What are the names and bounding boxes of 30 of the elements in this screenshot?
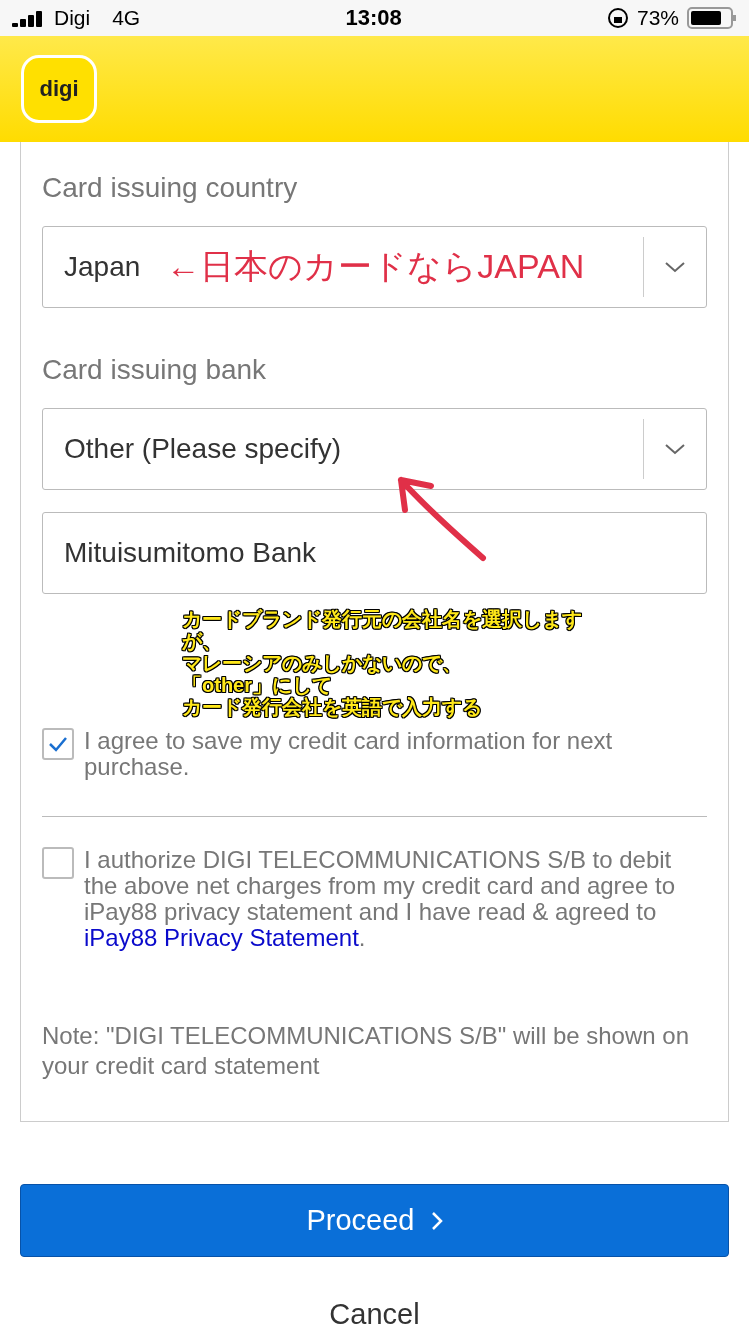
clock: 13:08 bbox=[345, 5, 402, 32]
checkbox[interactable] bbox=[42, 847, 74, 880]
annotation-line: マレーシアのみしかないので、 bbox=[182, 652, 462, 675]
annotation-line: カードブランド発行元の会社名を選択します bbox=[182, 608, 582, 631]
checkmark-icon bbox=[48, 736, 68, 753]
rotation-lock-icon bbox=[606, 7, 629, 30]
chevron-down-icon bbox=[664, 443, 686, 456]
checkbox[interactable] bbox=[42, 728, 74, 761]
logo-text: digi bbox=[39, 76, 79, 103]
handwritten-note: ←日本のカードならJAPAN bbox=[166, 246, 585, 288]
bank-select[interactable]: Other (Please specify) bbox=[42, 408, 707, 491]
carrier-name: Digi bbox=[54, 6, 91, 31]
annotation-line: 「other」にして bbox=[182, 674, 332, 697]
cancel-button[interactable]: Cancel bbox=[323, 1297, 426, 1332]
proceed-button[interactable]: Proceed bbox=[20, 1184, 729, 1257]
country-select[interactable]: Japan ←日本のカードならJAPAN bbox=[42, 226, 707, 309]
checkbox-label: I authorize DIGI TELECOMMUNICATIONS S/B to debit the above net charges from my credit card and agree to iPay88 privacy statement and I have read & agreed to iPay88 Privacy Statement. bbox=[84, 847, 676, 952]
privacy-link[interactable]: iPay88 Privacy Statement bbox=[84, 924, 359, 952]
chevron-down-icon bbox=[664, 261, 686, 274]
network-type: 4G bbox=[112, 6, 141, 31]
checkbox-label: I agree to save my credit card information for next purchase. bbox=[84, 728, 614, 781]
chevron-right-icon bbox=[430, 1210, 443, 1231]
annotation-line: が、 bbox=[182, 630, 222, 653]
input-field[interactable]: Mituisumitomo Bank bbox=[42, 512, 707, 595]
field-label: Card issuing country bbox=[42, 172, 299, 205]
battery-percent: 73% bbox=[636, 6, 679, 31]
battery-icon bbox=[687, 7, 737, 30]
field-label: Card issuing bank bbox=[42, 354, 268, 387]
annotation-line: カード発行会社を英語で入力する bbox=[182, 696, 482, 719]
note-text: Note: "DIGI TELECOMMUNICATIONS S/B" will be shown on your credit card statement bbox=[42, 1021, 690, 1082]
